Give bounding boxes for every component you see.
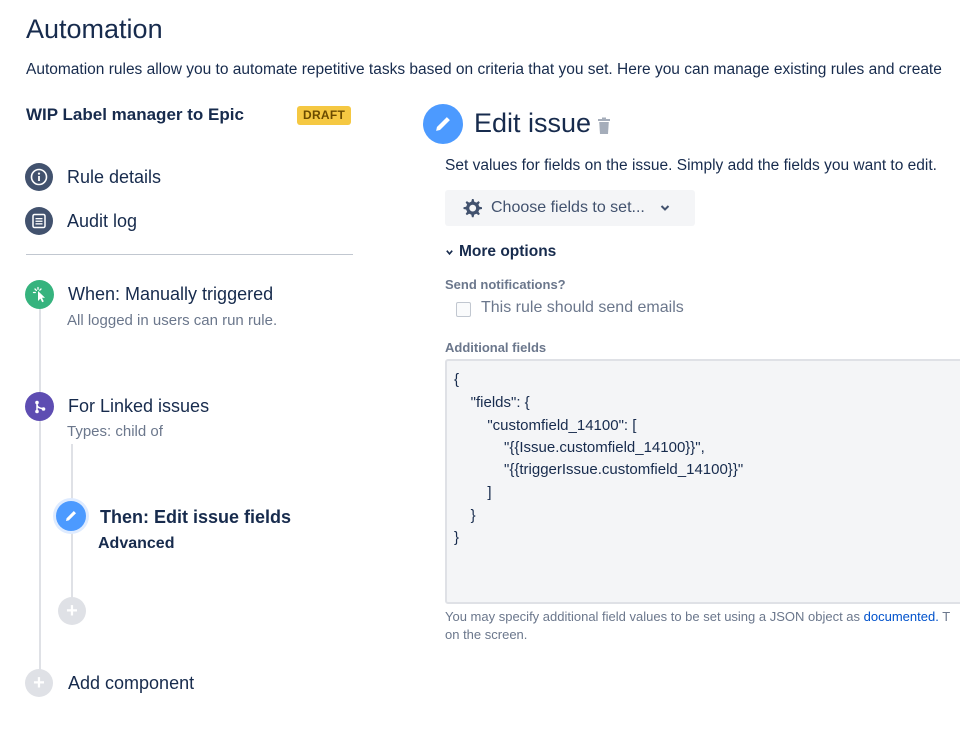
more-options-label: More options: [459, 243, 557, 260]
action-step-subtitle: Advanced: [98, 535, 175, 552]
additional-fields-label: Additional fields: [445, 340, 547, 355]
cursor-click-icon: [25, 280, 54, 309]
info-icon: [25, 163, 53, 191]
add-component-label: Add component: [68, 673, 195, 693]
send-emails-checkbox[interactable]: [456, 302, 471, 317]
documented-link[interactable]: documented.: [864, 609, 939, 624]
json-line: "customfield_14100": [: [454, 417, 637, 434]
help-text-prefix: You may specify additional field values …: [445, 609, 864, 624]
json-line: "{{triggerIssue.customfield_14100}}": [454, 461, 744, 478]
more-options-toggle[interactable]: More options: [445, 243, 556, 261]
send-notifications-label: Send notifications?: [445, 277, 566, 292]
choose-fields-label: Choose fields to set...: [491, 199, 645, 216]
chevron-down-icon: [445, 248, 454, 257]
additional-fields-help-text: You may specify additional field values …: [445, 609, 950, 624]
trigger-step[interactable]: When: Manually triggered All logged in u…: [25, 280, 345, 334]
gear-icon: [461, 197, 483, 219]
plus-icon: +: [66, 600, 78, 622]
additional-fields-json-textarea[interactable]: { "fields": { "customfield_14100": [ "{{…: [445, 359, 960, 604]
edit-issue-pencil-icon: [423, 104, 463, 144]
nav-rule-details-label: Rule details: [67, 167, 162, 187]
trigger-step-subtitle: All logged in users can run rule.: [67, 312, 278, 329]
trash-icon[interactable]: [597, 117, 611, 135]
action-step[interactable]: Then: Edit issue fields Advanced: [56, 500, 346, 556]
branch-step[interactable]: For Linked issues Types: child of: [25, 392, 345, 444]
audit-log-icon: [25, 207, 53, 235]
nav-audit-log-label: Audit log: [67, 211, 138, 231]
help-text-suffix: T: [938, 609, 951, 624]
draft-status-badge: DRAFT: [297, 106, 352, 125]
chevron-down-icon: [659, 202, 671, 214]
branch-icon: [25, 392, 54, 421]
rule-name: WIP Label manager to Epic: [26, 105, 244, 124]
nav-divider: [26, 254, 353, 255]
json-line: "fields": {: [454, 394, 530, 411]
json-line: }: [454, 507, 476, 524]
json-line: }: [454, 529, 460, 546]
json-line: {: [454, 371, 460, 388]
page-title: Automation: [26, 14, 163, 44]
branch-step-subtitle: Types: child of: [67, 423, 163, 440]
edit-issue-title: Edit issue: [474, 108, 592, 138]
choose-fields-button[interactable]: Choose fields to set...: [445, 190, 695, 226]
json-line: ]: [454, 484, 492, 501]
add-component-button[interactable]: + Add component: [25, 669, 225, 697]
branch-add-component-button[interactable]: +: [58, 597, 86, 625]
send-emails-checkbox-label[interactable]: This rule should send emails: [481, 299, 684, 317]
json-line: "{{Issue.customfield_14100}}",: [454, 439, 705, 456]
flow-connector-main: [39, 306, 41, 674]
trigger-step-title: When: Manually triggered: [68, 284, 274, 304]
plus-icon: +: [25, 669, 53, 697]
page-description: Automation rules allow you to automate r…: [26, 61, 942, 78]
additional-fields-help-text-line2: on the screen.: [445, 627, 528, 642]
nav-audit-log[interactable]: Audit log: [25, 207, 225, 235]
branch-step-title: For Linked issues: [68, 396, 210, 416]
pencil-icon: [56, 501, 86, 531]
action-step-title: Then: Edit issue fields: [100, 507, 292, 527]
nav-rule-details[interactable]: Rule details: [25, 163, 225, 191]
edit-issue-description: Set values for fields on the issue. Simp…: [445, 157, 937, 174]
